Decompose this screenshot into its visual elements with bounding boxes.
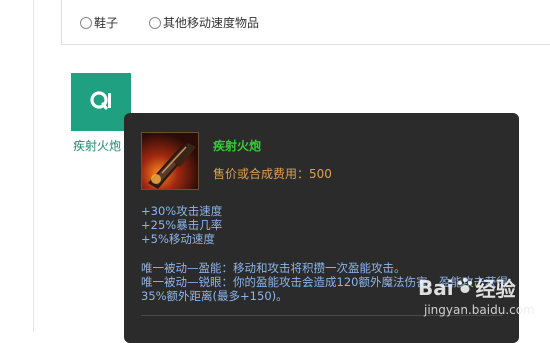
item-tile-label[interactable]: 疾射火炮 xyxy=(73,137,121,154)
page-divider xyxy=(33,0,34,332)
watermark-url: jingyan.baidu.com xyxy=(424,303,535,317)
radio-button-shoes[interactable] xyxy=(80,16,92,29)
watermark-logo-right: 经验 xyxy=(475,277,516,301)
item-tile-rapid-firecannon[interactable] xyxy=(71,73,131,131)
item-cost: 售价或合成费用：500 xyxy=(213,167,332,181)
baidu-jingyan-watermark: Bai 经验 jingyan.baidu.com xyxy=(418,273,546,329)
item-glyph-icon xyxy=(86,85,116,119)
radio-button-other-movement[interactable] xyxy=(149,16,161,29)
watermark-logo-left: Bai xyxy=(418,275,454,300)
filter-option-other-movement[interactable]: 其他移动速度物品 xyxy=(149,14,259,31)
stat-move-speed: +5%移动速度 xyxy=(141,232,215,246)
paw-icon xyxy=(456,276,474,300)
stat-attack-speed: +30%攻击速度 xyxy=(141,204,223,218)
watermark-logo: Bai 经验 xyxy=(418,273,516,302)
stat-crit-chance: +25%暴击几率 xyxy=(141,218,223,232)
rapid-firecannon-icon xyxy=(141,132,199,190)
filter-label-shoes: 鞋子 xyxy=(94,16,119,30)
item-name: 疾射火炮 xyxy=(213,139,262,153)
filter-option-shoes[interactable]: 鞋子 xyxy=(80,14,118,31)
filter-panel: 鞋子 其他移动速度物品 xyxy=(61,0,550,45)
filter-label-other-movement: 其他移动速度物品 xyxy=(163,16,260,30)
item-stats: +30%攻击速度 +25%暴击几率 +5%移动速度 xyxy=(141,204,222,246)
